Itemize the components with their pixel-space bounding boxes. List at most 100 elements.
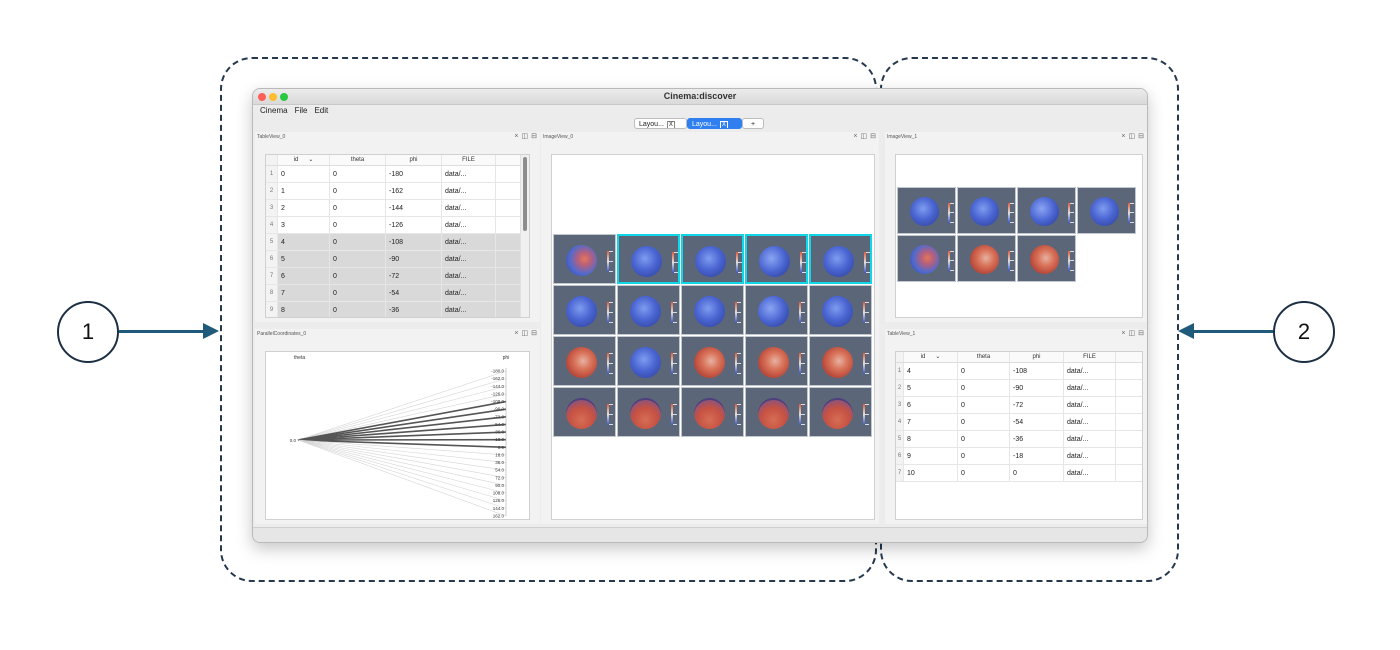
image-thumbnail[interactable] (957, 187, 1016, 234)
table-row[interactable]: 1 0 0 -180 data/... (266, 166, 520, 183)
color-legend-tick (674, 262, 678, 263)
close-pane-icon[interactable]: × (1121, 329, 1125, 339)
close-icon[interactable]: X (719, 121, 728, 128)
column-header-phi[interactable]: phi (386, 155, 442, 165)
image-thumbnail[interactable] (809, 234, 872, 284)
table-cell-phi: 0 (1010, 465, 1064, 481)
image-thumbnail[interactable] (553, 285, 616, 335)
image-thumbnail[interactable] (681, 387, 744, 437)
image-thumbnail[interactable] (957, 235, 1016, 282)
table-cell-phi: -162 (386, 183, 442, 199)
close-pane-icon[interactable]: × (1121, 132, 1125, 142)
image-thumbnail[interactable] (745, 234, 808, 284)
column-header-file[interactable]: FILE (1064, 352, 1116, 362)
image-thumbnail[interactable] (1077, 187, 1136, 234)
vertical-scrollbar[interactable] (520, 155, 529, 317)
menu-file[interactable]: File (295, 105, 308, 117)
image-thumbnail[interactable] (809, 285, 872, 335)
table-row[interactable]: 2 1 0 -162 data/... (266, 183, 520, 200)
image-thumbnail[interactable] (617, 234, 680, 284)
column-header-file[interactable]: FILE (442, 155, 496, 165)
image-thumbnail[interactable] (617, 285, 680, 335)
table-row[interactable]: 4 3 0 -126 data/... (266, 217, 520, 234)
table-row[interactable]: 3 6 0 -72 data/... (896, 397, 1142, 414)
menu-edit[interactable]: Edit (314, 105, 328, 117)
image-thumbnail[interactable] (897, 187, 956, 234)
image-thumbnail[interactable] (1017, 235, 1076, 282)
split-vertical-icon[interactable]: ◫ (522, 329, 529, 339)
color-legend-tick (1130, 222, 1134, 223)
image-thumbnail[interactable] (745, 285, 808, 335)
table-row[interactable]: 6 5 0 -90 data/... (266, 251, 520, 268)
image-thumbnail[interactable] (617, 336, 680, 386)
split-vertical-icon[interactable]: ◫ (861, 132, 868, 142)
image-thumbnail[interactable] (553, 387, 616, 437)
split-horizontal-icon[interactable]: ⊟ (531, 329, 537, 339)
sphere-render (759, 246, 790, 277)
parallel-coordinates-plot[interactable]: theta phi 0.0 -180.0 -162.0 -144.0 -126.0 -108.… (265, 351, 530, 520)
image-thumbnail[interactable] (809, 387, 872, 437)
table-row[interactable]: 6 9 0 -18 data/... (896, 448, 1142, 465)
close-icon[interactable]: X (666, 121, 675, 128)
image-thumbnail[interactable] (897, 235, 956, 282)
color-legend (1128, 203, 1130, 223)
column-header-theta[interactable]: theta (330, 155, 386, 165)
table-row[interactable]: 5 4 0 -108 data/... (266, 234, 520, 251)
table-row[interactable]: 7 10 0 0 data/... (896, 465, 1142, 482)
split-vertical-icon[interactable]: ◫ (1129, 132, 1136, 142)
table-row[interactable]: 5 8 0 -36 data/... (896, 431, 1142, 448)
table-row[interactable]: 8 7 0 -54 data/... (266, 285, 520, 302)
column-header-theta[interactable]: theta (958, 352, 1010, 362)
table-cell-id: 6 (904, 397, 958, 413)
table-row[interactable]: 9 8 0 -36 data/... (266, 302, 520, 317)
color-legend-tick (738, 252, 742, 253)
menu-cinema[interactable]: Cinema (260, 105, 288, 117)
color-legend-tick (737, 373, 741, 374)
split-vertical-icon[interactable]: ◫ (1129, 329, 1136, 339)
image-thumbnail[interactable] (1017, 187, 1076, 234)
table-row[interactable]: 1 4 0 -108 data/... (896, 363, 1142, 380)
table-cell-id: 7 (278, 285, 330, 301)
pane-title: TableView_1 (887, 331, 916, 337)
sphere-render (631, 246, 662, 277)
scrollbar-thumb[interactable] (523, 157, 527, 231)
close-pane-icon[interactable]: × (853, 132, 857, 142)
color-legend-tick (1070, 270, 1074, 271)
close-pane-icon[interactable]: × (514, 132, 518, 142)
phi-tick-label: 0.0 (498, 445, 505, 450)
table-row[interactable]: 2 5 0 -90 data/... (896, 380, 1142, 397)
image-thumbnail[interactable] (681, 234, 744, 284)
column-header-phi[interactable]: phi (1010, 352, 1064, 362)
split-vertical-icon[interactable]: ◫ (522, 132, 529, 142)
column-header-id[interactable]: id ⌄ (278, 155, 330, 165)
color-legend-tick (865, 353, 869, 354)
table-row[interactable]: 3 2 0 -144 data/... (266, 200, 520, 217)
image-thumbnail[interactable] (617, 387, 680, 437)
image-thumbnail[interactable] (745, 336, 808, 386)
table-cell-phi: -72 (386, 268, 442, 284)
image-thumbnail[interactable] (745, 387, 808, 437)
color-legend-tick (1010, 222, 1014, 223)
image-thumbnail[interactable] (681, 336, 744, 386)
split-horizontal-icon[interactable]: ⊟ (870, 132, 876, 142)
close-pane-icon[interactable]: × (514, 329, 518, 339)
row-number: 3 (266, 200, 278, 216)
split-horizontal-icon[interactable]: ⊟ (1138, 329, 1144, 339)
add-tab-button[interactable]: + (742, 118, 764, 129)
table-row[interactable]: 4 7 0 -54 data/... (896, 414, 1142, 431)
image-thumbnail[interactable] (553, 234, 616, 284)
table-cell-phi: -108 (1010, 363, 1064, 379)
image-thumbnail[interactable] (553, 336, 616, 386)
split-horizontal-icon[interactable]: ⊟ (1138, 132, 1144, 142)
split-horizontal-icon[interactable]: ⊟ (531, 132, 537, 142)
phi-tick-label: 108.0 (493, 491, 505, 496)
tab-layout-2[interactable]: Layou... X (687, 118, 742, 129)
phi-tick-label: 90.0 (495, 483, 504, 488)
tab-layout-1[interactable]: Layou... X (634, 118, 687, 129)
image-thumbnail[interactable] (809, 336, 872, 386)
image-thumbnail[interactable] (681, 285, 744, 335)
column-header-id[interactable]: id ⌄ (904, 352, 958, 362)
layout-tabs: Layou... X Layou... X + (253, 117, 1147, 130)
sphere-render (970, 245, 999, 274)
table-row[interactable]: 7 6 0 -72 data/... (266, 268, 520, 285)
